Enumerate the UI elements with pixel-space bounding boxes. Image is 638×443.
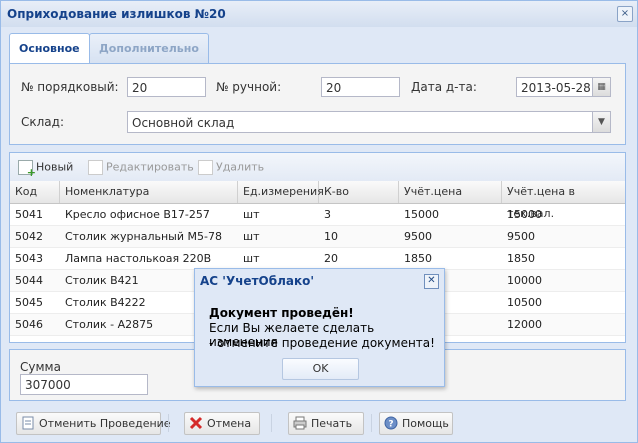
printer-icon xyxy=(293,416,307,430)
edit-button-label: Редактировать xyxy=(106,160,194,174)
chevron-down-icon[interactable]: ▼ xyxy=(592,112,610,132)
cancel-button[interactable]: Отмена xyxy=(184,412,260,435)
cell-unit: шт xyxy=(243,252,260,265)
cell-price-cur: 1850 xyxy=(507,252,535,265)
table-row[interactable]: 5042 Столик журнальный M5-78 шт 10 9500 … xyxy=(10,226,625,248)
new-button-label: Новый xyxy=(36,160,74,174)
column-header[interactable]: Ед.измерения xyxy=(238,181,324,203)
cell-qty: 10 xyxy=(324,230,338,243)
column-header[interactable]: Учёт.цена xyxy=(399,181,502,203)
cell-code: 5042 xyxy=(15,230,43,243)
cell-code: 5045 xyxy=(15,296,43,309)
help-icon: ? xyxy=(384,416,398,430)
edit-button[interactable]: Редактировать xyxy=(88,160,194,175)
toolbar-separator xyxy=(371,414,372,432)
print-button[interactable]: Печать xyxy=(288,412,364,435)
column-header[interactable]: Номенклатура xyxy=(60,181,238,203)
sum-label: Сумма xyxy=(20,360,61,374)
window-titlebar[interactable]: Оприходование излишков №20 × xyxy=(1,1,637,27)
main-form-panel: № порядковый: 20 № ручной: 20 Дата д-та:… xyxy=(9,63,626,145)
window-close-icon[interactable]: × xyxy=(617,6,633,22)
cell-item: Столик журнальный M5-78 xyxy=(65,230,222,243)
delete-button[interactable]: Удалить xyxy=(198,160,264,175)
cancel-label: Отмена xyxy=(207,417,252,430)
cell-qty: 3 xyxy=(324,208,331,221)
date-value: 2013-05-28 xyxy=(521,81,591,95)
cell-price: 15000 xyxy=(404,208,439,221)
ok-button[interactable]: OK xyxy=(282,358,359,380)
order-no-field[interactable]: 20 xyxy=(127,77,206,97)
dialog-message-line2: - отмените проведение документа! xyxy=(209,336,435,350)
new-button[interactable]: Новый xyxy=(18,160,74,179)
cell-price: 1850 xyxy=(404,252,432,265)
window-title: Оприходование излишков №20 xyxy=(7,7,226,21)
dialog-heading: Документ проведён! xyxy=(209,306,354,320)
cell-code: 5041 xyxy=(15,208,43,221)
bottom-toolbar: Отменить Проведение Отмена Печать ? Помо… xyxy=(1,405,637,442)
message-dialog: АС 'УчетОблако' ✕ Документ проведён! Есл… xyxy=(194,268,445,387)
cell-item: Кресло офисное B17-257 xyxy=(65,208,210,221)
table-row[interactable]: 5043 Лампа настолькоая 220В шт 20 1850 1… xyxy=(10,248,625,270)
warehouse-label: Склад: xyxy=(21,115,64,129)
warehouse-select[interactable]: Основной склад ▼ xyxy=(127,111,611,133)
cancel-posting-label: Отменить Проведение xyxy=(39,417,171,430)
cell-price-cur: 10000 xyxy=(507,274,542,287)
edit-icon xyxy=(88,160,103,175)
order-no-label: № порядковый: xyxy=(21,80,119,94)
cell-unit: шт xyxy=(243,208,260,221)
date-field[interactable]: 2013-05-28 ▦ xyxy=(516,77,611,97)
grid-header: Код Номенклатура Ед.измерения К-во Учёт.… xyxy=(10,181,625,220)
warehouse-value: Основной склад xyxy=(132,116,235,130)
cell-code: 5043 xyxy=(15,252,43,265)
tab-additional[interactable]: Дополнительно xyxy=(89,33,209,63)
cell-price: 9500 xyxy=(404,230,432,243)
cell-unit: шт xyxy=(243,230,260,243)
dialog-close-icon[interactable]: ✕ xyxy=(424,274,439,289)
delete-icon xyxy=(198,160,213,175)
help-button[interactable]: ? Помощь xyxy=(379,412,453,435)
cell-item: Лампа настолькоая 220В xyxy=(65,252,212,265)
svg-text:?: ? xyxy=(388,420,393,430)
tab-main[interactable]: Основное xyxy=(9,33,90,64)
help-label: Помощь xyxy=(402,417,449,430)
calendar-icon[interactable]: ▦ xyxy=(592,78,610,96)
date-label: Дата д-та: xyxy=(411,80,477,94)
sum-field[interactable]: 307000 xyxy=(20,374,148,395)
cell-price-cur: 9500 xyxy=(507,230,535,243)
cell-code: 5044 xyxy=(15,274,43,287)
add-icon xyxy=(18,160,36,179)
dialog-title: АС 'УчетОблако' xyxy=(200,274,315,288)
cell-qty: 20 xyxy=(324,252,338,265)
document-icon xyxy=(22,416,34,430)
toolbar-separator xyxy=(168,414,169,432)
cell-price-cur: 15000 xyxy=(507,208,542,221)
cancel-x-icon xyxy=(189,416,203,430)
column-header[interactable]: Учёт.цена в тек.вал. xyxy=(502,181,625,220)
delete-button-label: Удалить xyxy=(216,160,265,174)
manual-no-label: № ручной: xyxy=(216,80,282,94)
column-header[interactable]: Код xyxy=(10,181,60,203)
cancel-posting-button[interactable]: Отменить Проведение xyxy=(16,412,171,435)
column-header[interactable]: К-во xyxy=(319,181,399,203)
toolbar-separator xyxy=(271,414,272,432)
table-row[interactable]: 5041 Кресло офисное B17-257 шт 3 15000 1… xyxy=(10,204,625,226)
cell-price-cur: 12000 xyxy=(507,318,542,331)
cell-code: 5046 xyxy=(15,318,43,331)
print-label: Печать xyxy=(311,417,353,430)
cell-price-cur: 10500 xyxy=(507,296,542,309)
grid-toolbar: Новый Редактировать Удалить xyxy=(10,153,625,182)
manual-no-field[interactable]: 20 xyxy=(321,77,400,97)
